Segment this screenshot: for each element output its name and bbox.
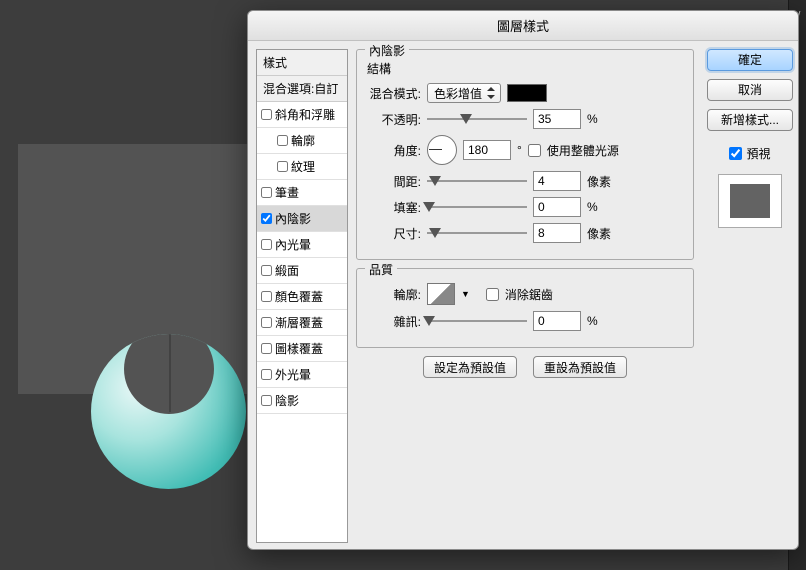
style-checkbox-6[interactable] xyxy=(261,265,272,276)
preview-swatch xyxy=(718,174,782,228)
style-row-3[interactable]: 筆畫 xyxy=(257,180,347,206)
panel-title: 內陰影 xyxy=(365,42,409,59)
style-row-1[interactable]: 輪廓 xyxy=(257,128,347,154)
distance-input[interactable] xyxy=(533,171,581,191)
reset-default-button[interactable]: 重設為預設值 xyxy=(533,356,627,378)
style-row-6[interactable]: 緞面 xyxy=(257,258,347,284)
size-slider[interactable] xyxy=(427,226,527,240)
quality-fieldset: 品質 輪廓: ▼ 消除鋸齒 雜訊: % xyxy=(356,268,694,348)
make-default-button[interactable]: 設定為預設值 xyxy=(423,356,517,378)
contour-picker[interactable] xyxy=(427,283,455,305)
choke-label: 填塞: xyxy=(367,199,421,216)
size-input[interactable] xyxy=(533,223,581,243)
canvas-area xyxy=(0,0,250,570)
style-label-7: 顏色覆蓋 xyxy=(275,288,323,305)
distance-slider[interactable] xyxy=(427,174,527,188)
style-checkbox-4[interactable] xyxy=(261,213,272,224)
preview-checkbox[interactable] xyxy=(729,147,742,160)
style-label-5: 內光暈 xyxy=(275,236,311,253)
dialog-title: 圖層樣式 xyxy=(248,11,798,41)
noise-unit: % xyxy=(587,314,598,328)
style-row-10[interactable]: 外光暈 xyxy=(257,362,347,388)
choke-slider[interactable] xyxy=(427,200,527,214)
style-checkbox-2[interactable] xyxy=(277,161,288,172)
style-checkbox-3[interactable] xyxy=(261,187,272,198)
antialias-checkbox[interactable] xyxy=(486,288,499,301)
opacity-input[interactable] xyxy=(533,109,581,129)
style-checkbox-10[interactable] xyxy=(261,369,272,380)
style-label-8: 漸層覆蓋 xyxy=(275,314,323,331)
style-checkbox-9[interactable] xyxy=(261,343,272,354)
style-label-3: 筆畫 xyxy=(275,184,299,201)
style-label-2: 紋理 xyxy=(291,158,315,175)
size-unit: 像素 xyxy=(587,225,611,242)
style-row-5[interactable]: 內光暈 xyxy=(257,232,347,258)
blend-mode-select[interactable]: 色彩增值 xyxy=(427,83,501,103)
angle-label: 角度: xyxy=(367,142,421,159)
noise-slider[interactable] xyxy=(427,314,527,328)
opacity-label: 不透明: xyxy=(367,111,421,128)
style-checkbox-1[interactable] xyxy=(277,135,288,146)
style-label-0: 斜角和浮雕 xyxy=(275,106,335,123)
canvas-document[interactable] xyxy=(18,144,250,394)
global-light-label: 使用整體光源 xyxy=(547,142,619,159)
opacity-unit: % xyxy=(587,112,598,126)
preview-label: 預視 xyxy=(746,145,770,162)
cancel-button[interactable]: 取消 xyxy=(707,79,793,101)
angle-input[interactable] xyxy=(463,140,511,160)
styles-header[interactable]: 樣式 xyxy=(257,50,347,76)
ok-button[interactable]: 確定 xyxy=(707,49,793,71)
noise-label: 雜訊: xyxy=(367,313,421,330)
color-swatch[interactable] xyxy=(507,84,547,102)
opacity-slider[interactable] xyxy=(427,112,527,126)
style-row-0[interactable]: 斜角和浮雕 xyxy=(257,102,347,128)
style-label-6: 緞面 xyxy=(275,262,299,279)
blending-options-row[interactable]: 混合選項:自訂 xyxy=(257,76,347,102)
style-label-11: 陰影 xyxy=(275,392,299,409)
distance-unit: 像素 xyxy=(587,173,611,190)
global-light-checkbox[interactable] xyxy=(528,144,541,157)
antialias-label: 消除鋸齒 xyxy=(505,286,553,303)
style-row-11[interactable]: 陰影 xyxy=(257,388,347,414)
noise-input[interactable] xyxy=(533,311,581,331)
size-label: 尺寸: xyxy=(367,225,421,242)
layer-circle[interactable] xyxy=(91,334,246,489)
settings-panel: 內陰影 結構 混合模式: 色彩增值 不透明: % 角度: xyxy=(348,41,702,551)
style-checkbox-0[interactable] xyxy=(261,109,272,120)
blend-mode-label: 混合模式: xyxy=(367,85,421,102)
distance-label: 間距: xyxy=(367,173,421,190)
style-label-9: 圖樣覆蓋 xyxy=(275,340,323,357)
structure-fieldset: 內陰影 結構 混合模式: 色彩增值 不透明: % 角度: xyxy=(356,49,694,260)
new-style-button[interactable]: 新增樣式... xyxy=(707,109,793,131)
dialog-buttons: 確定 取消 新增樣式... 預視 xyxy=(702,41,798,551)
quality-label: 品質 xyxy=(365,261,397,278)
style-row-7[interactable]: 顏色覆蓋 xyxy=(257,284,347,310)
style-checkbox-5[interactable] xyxy=(261,239,272,250)
style-row-4[interactable]: 內陰影 xyxy=(257,206,347,232)
choke-unit: % xyxy=(587,200,598,214)
circle-inner-shadow xyxy=(169,334,171,412)
style-checkbox-7[interactable] xyxy=(261,291,272,302)
style-checkbox-8[interactable] xyxy=(261,317,272,328)
style-checkbox-11[interactable] xyxy=(261,395,272,406)
style-row-2[interactable]: 紋理 xyxy=(257,154,347,180)
style-label-1: 輪廓 xyxy=(291,132,315,149)
style-row-8[interactable]: 漸層覆蓋 xyxy=(257,310,347,336)
contour-label: 輪廓: xyxy=(367,286,421,303)
angle-dial[interactable] xyxy=(427,135,457,165)
styles-list: 樣式 混合選項:自訂 斜角和浮雕輪廓紋理筆畫內陰影內光暈緞面顏色覆蓋漸層覆蓋圖樣… xyxy=(256,49,348,543)
style-label-4: 內陰影 xyxy=(275,210,311,227)
layer-style-dialog: 圖層樣式 樣式 混合選項:自訂 斜角和浮雕輪廓紋理筆畫內陰影內光暈緞面顏色覆蓋漸… xyxy=(247,10,799,550)
style-row-9[interactable]: 圖樣覆蓋 xyxy=(257,336,347,362)
angle-unit: ° xyxy=(517,143,522,157)
structure-label: 結構 xyxy=(367,60,683,77)
style-label-10: 外光暈 xyxy=(275,366,311,383)
choke-input[interactable] xyxy=(533,197,581,217)
chevron-down-icon[interactable]: ▼ xyxy=(461,289,470,299)
